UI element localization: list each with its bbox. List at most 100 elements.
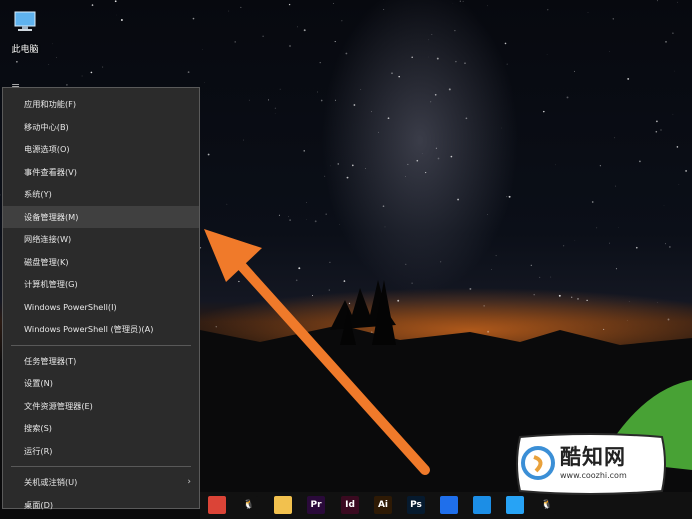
star [16, 61, 18, 63]
star [387, 117, 390, 120]
star [398, 75, 400, 78]
bird-app-icon[interactable] [473, 496, 491, 514]
star [351, 164, 354, 167]
star [465, 117, 468, 120]
star [672, 113, 674, 115]
indesign-icon[interactable]: Id [341, 496, 359, 514]
star [462, 0, 464, 2]
star [314, 220, 317, 223]
star [192, 17, 195, 20]
menu-item[interactable]: Windows PowerShell (管理员)(A) [3, 318, 199, 341]
star [382, 205, 385, 208]
star [665, 243, 666, 245]
star [279, 88, 281, 90]
star [303, 150, 305, 152]
menu-item[interactable]: 设置(N) [3, 372, 199, 395]
star [116, 14, 117, 16]
star [297, 26, 298, 28]
this-pc-desktop-icon[interactable]: 此电脑 [6, 8, 44, 55]
star [455, 60, 457, 63]
star [199, 247, 202, 249]
star [464, 62, 466, 64]
star [434, 93, 437, 96]
premiere-icon[interactable]: Pr [307, 496, 325, 514]
star [288, 3, 291, 6]
star [324, 175, 326, 177]
star [240, 6, 242, 8]
star [416, 159, 419, 162]
star [609, 242, 610, 244]
star [506, 63, 508, 65]
star [334, 41, 336, 43]
star [435, 147, 437, 149]
menu-item[interactable]: 电源选项(O) [3, 138, 199, 161]
star [459, 0, 461, 2]
star [187, 71, 190, 73]
menu-item-label: 运行(R) [24, 445, 53, 456]
menu-item[interactable]: 桌面(D) [3, 494, 199, 517]
star [665, 41, 667, 43]
photoshop-icon[interactable]: Ps [407, 496, 425, 514]
star [506, 196, 508, 198]
menu-item-label: 移动中心(B) [24, 121, 69, 132]
menu-item[interactable]: 计算机管理(G) [3, 273, 199, 296]
star [508, 195, 511, 198]
menu-item[interactable]: 文件资源管理器(E) [3, 395, 199, 418]
star [48, 64, 50, 65]
file-explorer-icon[interactable] [274, 496, 292, 514]
star [676, 146, 679, 148]
menu-item[interactable]: 设备管理器(M) [3, 205, 199, 228]
menu-item-label: 电源选项(O) [24, 144, 70, 154]
star [431, 33, 433, 36]
star [407, 163, 409, 165]
chrome-icon[interactable] [208, 496, 226, 514]
menu-item[interactable]: 磁盘管理(K) [3, 251, 199, 274]
qq-icon[interactable]: 🐧 [240, 496, 258, 514]
star [207, 153, 210, 156]
star [202, 49, 203, 50]
star [674, 70, 675, 72]
star [81, 75, 83, 77]
star [334, 99, 337, 101]
security-shield-icon[interactable] [440, 496, 458, 514]
star [274, 107, 277, 109]
menu-item[interactable]: 关机或注销(U) › [3, 471, 199, 494]
menu-item[interactable]: 任务管理器(T) [3, 350, 199, 373]
menu-item[interactable]: 搜索(S) [3, 417, 199, 440]
star [353, 104, 356, 106]
menu-item[interactable]: Windows PowerShell(I) [3, 296, 199, 319]
star [591, 201, 594, 203]
menu-item[interactable]: 应用和功能(F) [3, 93, 199, 116]
star [669, 246, 671, 248]
menu-item[interactable]: 事件查看器(V) [3, 161, 199, 184]
star [378, 131, 379, 133]
star [450, 155, 453, 158]
star [672, 32, 674, 35]
star [425, 172, 427, 174]
star [618, 227, 619, 228]
star [428, 39, 430, 41]
menu-item[interactable]: 网络连接(W) [3, 228, 199, 251]
star [566, 96, 569, 99]
star [0, 194, 1, 196]
penguin-app-icon[interactable]: 🐧 [538, 496, 556, 514]
star [325, 213, 327, 215]
illustrator-icon[interactable]: Ai [374, 496, 392, 514]
star [339, 224, 340, 225]
star [268, 99, 270, 101]
star [685, 169, 688, 172]
star [656, 0, 658, 2]
feather-app-icon[interactable] [506, 496, 524, 514]
star [345, 52, 348, 55]
menu-item[interactable]: 系统(Y) [3, 183, 199, 206]
menu-item-label: 关机或注销(U) [24, 477, 78, 487]
menu-item[interactable]: 移动中心(B) [3, 116, 199, 139]
star [562, 245, 565, 247]
menu-item[interactable]: 运行(R) [3, 440, 199, 463]
star [384, 226, 386, 228]
menu-separator [11, 466, 191, 467]
star [341, 20, 343, 22]
star [454, 30, 456, 32]
star [436, 57, 439, 60]
star [91, 4, 94, 6]
